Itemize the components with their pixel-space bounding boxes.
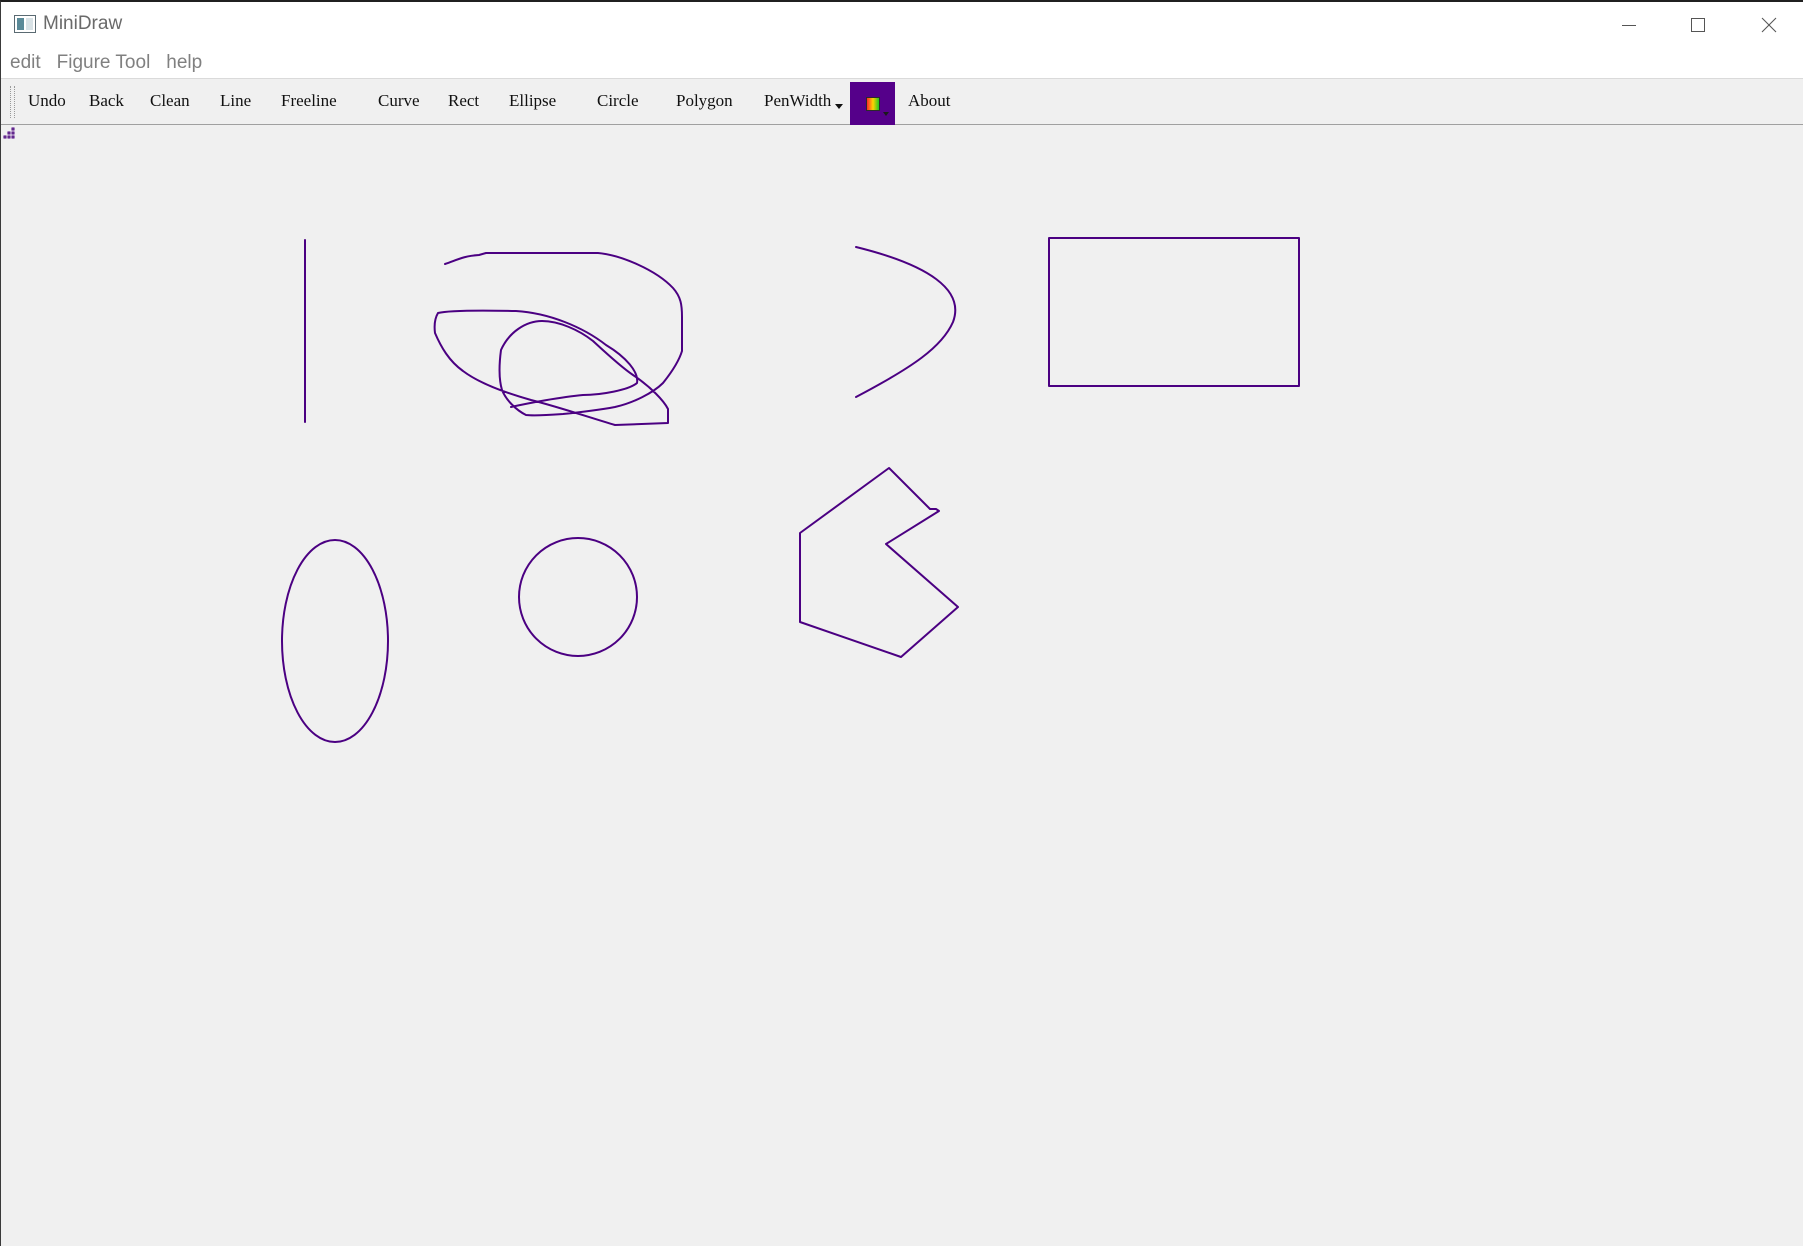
undo-button[interactable]: Undo bbox=[28, 91, 66, 111]
pen-color-button[interactable] bbox=[850, 82, 895, 126]
title-bar[interactable]: MiniDraw bbox=[1, 2, 1803, 48]
maximize-button[interactable] bbox=[1663, 2, 1733, 48]
app-icon bbox=[14, 15, 36, 33]
menu-bar: edit Figure Tool help bbox=[1, 48, 1803, 78]
back-button[interactable]: Back bbox=[89, 91, 124, 111]
minimize-button[interactable] bbox=[1594, 2, 1664, 48]
toolbar-grip[interactable] bbox=[10, 86, 15, 118]
color-dropdown-arrow-icon bbox=[883, 112, 889, 116]
circle-tool-button[interactable]: Circle bbox=[597, 91, 639, 111]
resize-grip-icon[interactable] bbox=[1, 125, 15, 139]
window-title: MiniDraw bbox=[43, 13, 123, 34]
drawn-circle bbox=[518, 537, 638, 657]
main-window: MiniDraw edit Figure Tool help Undo Back… bbox=[0, 0, 1803, 1246]
freeline-tool-button[interactable]: Freeline bbox=[281, 91, 337, 111]
drawn-rect bbox=[1048, 237, 1300, 387]
menu-edit[interactable]: edit bbox=[10, 52, 41, 74]
penwidth-dropdown-arrow-icon[interactable] bbox=[835, 104, 843, 109]
clean-button[interactable]: Clean bbox=[150, 91, 190, 111]
curve-tool-button[interactable]: Curve bbox=[378, 91, 420, 111]
penwidth-button[interactable]: PenWidth bbox=[764, 91, 831, 111]
drawn-polygon bbox=[799, 467, 959, 658]
drawing-surface[interactable] bbox=[1, 125, 1803, 1246]
ellipse-tool-button[interactable]: Ellipse bbox=[509, 91, 556, 111]
close-icon bbox=[1761, 17, 1777, 33]
minimize-icon bbox=[1622, 25, 1636, 26]
about-button[interactable]: About bbox=[908, 91, 951, 111]
color-picker-icon bbox=[866, 97, 880, 111]
menu-figure-tool[interactable]: Figure Tool bbox=[57, 52, 151, 74]
drawn-curve bbox=[855, 246, 957, 398]
line-tool-button[interactable]: Line bbox=[220, 91, 251, 111]
close-button[interactable] bbox=[1734, 2, 1803, 48]
drawing-canvas[interactable] bbox=[1, 125, 1803, 1246]
maximize-icon bbox=[1691, 18, 1705, 32]
menu-help[interactable]: help bbox=[166, 52, 202, 74]
drawn-ellipse bbox=[281, 539, 389, 743]
drawn-freeline bbox=[433, 252, 683, 426]
toolbar: Undo Back Clean Line Freeline Curve Rect… bbox=[1, 78, 1803, 126]
rect-tool-button[interactable]: Rect bbox=[448, 91, 479, 111]
polygon-tool-button[interactable]: Polygon bbox=[676, 91, 733, 111]
